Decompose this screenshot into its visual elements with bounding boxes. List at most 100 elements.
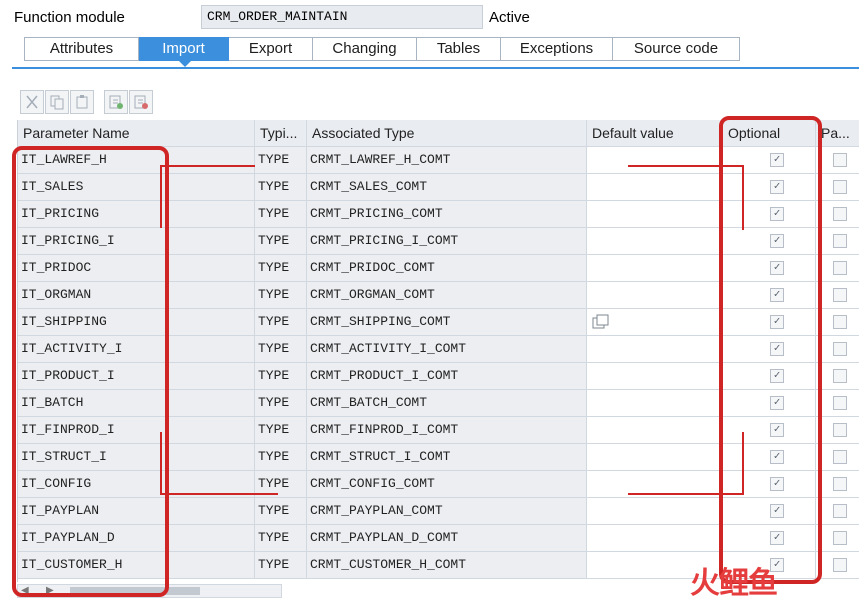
column-header-associated-type[interactable]: Associated Type: [307, 120, 587, 147]
pass-value-checkbox[interactable]: [833, 423, 847, 437]
associated-type-cell[interactable]: CRMT_ORGMAN_COMT: [307, 282, 587, 309]
tab-attributes[interactable]: Attributes: [24, 37, 139, 61]
pass-value-checkbox[interactable]: [833, 369, 847, 383]
tab-changing[interactable]: Changing: [313, 37, 417, 61]
pass-value-cell: [816, 363, 859, 390]
associated-type-cell[interactable]: CRMT_CUSTOMER_H_COMT: [307, 552, 587, 579]
typing-cell[interactable]: TYPE: [255, 147, 307, 174]
pass-value-checkbox[interactable]: [833, 180, 847, 194]
delete-row-icon[interactable]: [129, 90, 153, 114]
bracket-line: [160, 165, 162, 228]
typing-cell[interactable]: TYPE: [255, 498, 307, 525]
pass-value-checkbox[interactable]: [833, 450, 847, 464]
associated-type-cell[interactable]: CRMT_PRICING_I_COMT: [307, 228, 587, 255]
typing-cell[interactable]: TYPE: [255, 201, 307, 228]
tab-underline: [12, 67, 859, 69]
pass-value-checkbox[interactable]: [833, 207, 847, 221]
typing-cell[interactable]: TYPE: [255, 390, 307, 417]
tab-export[interactable]: Export: [229, 37, 313, 61]
column-header-pass-value[interactable]: Pa...: [816, 120, 859, 147]
default-value-cell[interactable]: [587, 498, 723, 525]
pass-value-checkbox[interactable]: [833, 396, 847, 410]
typing-cell[interactable]: TYPE: [255, 228, 307, 255]
paste-icon[interactable]: [70, 90, 94, 114]
pass-value-cell: [816, 282, 859, 309]
default-value-cell[interactable]: [587, 390, 723, 417]
default-value-cell[interactable]: [587, 147, 723, 174]
default-value-cell[interactable]: [587, 444, 723, 471]
associated-type-cell[interactable]: CRMT_SALES_COMT: [307, 174, 587, 201]
tab-strip: Attributes Import Export Changing Tables…: [24, 37, 740, 61]
pass-value-checkbox[interactable]: [833, 477, 847, 491]
pass-value-cell: [816, 552, 859, 579]
associated-type-cell[interactable]: CRMT_FINPROD_I_COMT: [307, 417, 587, 444]
default-value-cell[interactable]: [587, 336, 723, 363]
pass-value-checkbox[interactable]: [833, 153, 847, 167]
tab-source-code[interactable]: Source code: [613, 37, 740, 61]
pass-value-cell: [816, 309, 859, 336]
typing-cell[interactable]: TYPE: [255, 336, 307, 363]
pass-value-cell: [816, 444, 859, 471]
pass-value-checkbox[interactable]: [833, 504, 847, 518]
pass-value-cell: [816, 201, 859, 228]
typing-cell[interactable]: TYPE: [255, 363, 307, 390]
associated-type-cell[interactable]: CRMT_LAWREF_H_COMT: [307, 147, 587, 174]
typing-cell[interactable]: TYPE: [255, 174, 307, 201]
column-header-default-value[interactable]: Default value: [587, 120, 723, 147]
associated-type-cell[interactable]: CRMT_CONFIG_COMT: [307, 471, 587, 498]
typing-cell[interactable]: TYPE: [255, 282, 307, 309]
associated-type-cell[interactable]: CRMT_STRUCT_I_COMT: [307, 444, 587, 471]
bracket-line: [742, 432, 744, 494]
column-header-parameter-name[interactable]: Parameter Name: [18, 120, 255, 147]
column-header-typing[interactable]: Typi...: [255, 120, 307, 147]
insert-row-icon[interactable]: [104, 90, 128, 114]
default-value-cell[interactable]: [587, 282, 723, 309]
pass-value-cell: [816, 417, 859, 444]
bracket-line: [160, 165, 255, 167]
associated-type-cell[interactable]: CRMT_PAYPLAN_COMT: [307, 498, 587, 525]
typing-cell[interactable]: TYPE: [255, 255, 307, 282]
pass-value-cell: [816, 336, 859, 363]
pass-value-checkbox[interactable]: [833, 315, 847, 329]
pass-value-cell: [816, 174, 859, 201]
typing-cell[interactable]: TYPE: [255, 417, 307, 444]
default-value-cell[interactable]: [587, 363, 723, 390]
associated-type-cell[interactable]: CRMT_PRIDOC_COMT: [307, 255, 587, 282]
typing-cell[interactable]: TYPE: [255, 309, 307, 336]
default-value-cell[interactable]: [587, 417, 723, 444]
tab-import[interactable]: Import: [139, 37, 229, 61]
tab-tables[interactable]: Tables: [417, 37, 501, 61]
associated-type-cell[interactable]: CRMT_BATCH_COMT: [307, 390, 587, 417]
tab-exceptions[interactable]: Exceptions: [501, 37, 613, 61]
pass-value-checkbox[interactable]: [833, 531, 847, 545]
typing-cell[interactable]: TYPE: [255, 552, 307, 579]
default-value-cell[interactable]: [587, 525, 723, 552]
copy-icon[interactable]: [45, 90, 69, 114]
associated-type-cell[interactable]: CRMT_PRICING_COMT: [307, 201, 587, 228]
default-value-cell[interactable]: [587, 228, 723, 255]
associated-type-cell[interactable]: CRMT_ACTIVITY_I_COMT: [307, 336, 587, 363]
pass-value-checkbox[interactable]: [833, 234, 847, 248]
associated-type-cell[interactable]: CRMT_PRODUCT_I_COMT: [307, 363, 587, 390]
default-value-cell[interactable]: [587, 309, 723, 336]
default-value-cell[interactable]: [587, 201, 723, 228]
pass-value-cell: [816, 228, 859, 255]
default-value-cell[interactable]: [587, 255, 723, 282]
associated-type-cell[interactable]: CRMT_PAYPLAN_D_COMT: [307, 525, 587, 552]
bracket-line: [628, 165, 743, 167]
bracket-line: [160, 432, 162, 494]
typing-cell[interactable]: TYPE: [255, 444, 307, 471]
function-module-label: Function module: [14, 9, 125, 26]
associated-type-cell[interactable]: CRMT_SHIPPING_COMT: [307, 309, 587, 336]
pass-value-checkbox[interactable]: [833, 558, 847, 572]
cut-icon[interactable]: [20, 90, 44, 114]
value-help-icon[interactable]: [592, 314, 609, 330]
function-module-name-field[interactable]: CRM_ORDER_MAINTAIN: [201, 5, 483, 29]
pass-value-cell: [816, 390, 859, 417]
pass-value-checkbox[interactable]: [833, 288, 847, 302]
default-value-cell[interactable]: [587, 174, 723, 201]
watermark-logo: 火鲤鱼: [690, 566, 778, 601]
pass-value-checkbox[interactable]: [833, 261, 847, 275]
pass-value-checkbox[interactable]: [833, 342, 847, 356]
typing-cell[interactable]: TYPE: [255, 525, 307, 552]
